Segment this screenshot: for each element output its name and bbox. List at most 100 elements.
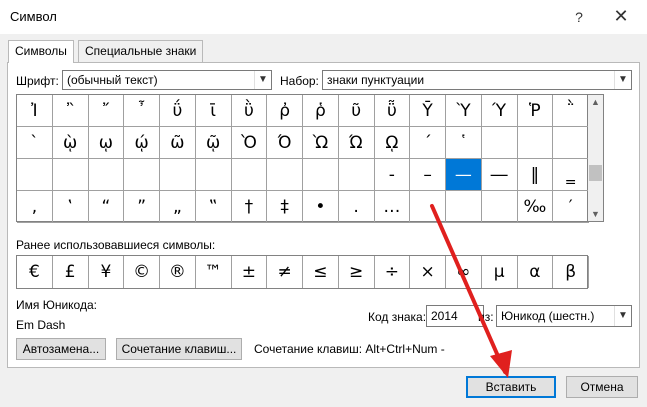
insert-button[interactable]: Вставить [466,376,556,398]
symbol-cell[interactable]: Ὼ [303,127,339,159]
symbol-cell[interactable]: Ῡ [410,95,446,127]
recent-symbol-cell[interactable]: € [17,256,53,288]
symbol-cell[interactable] [160,159,196,191]
symbol-cell[interactable]: ‐ [374,159,411,191]
symbol-cell[interactable]: ῳ [88,127,125,159]
recent-symbol-cell[interactable]: ≥ [339,256,375,288]
recent-symbol-cell[interactable]: ∞ [446,256,482,288]
shortcut-key-button[interactable]: Сочетание клавиш... [116,338,242,360]
char-code-input[interactable]: 2014 [426,305,484,327]
symbol-cell[interactable] [195,159,232,191]
recent-symbols[interactable]: € £ ¥ © ® ™ ± ≠ ≤ ≥ ÷ × ∞ µ α β [16,255,589,289]
recent-symbol-cell[interactable]: ≤ [303,256,339,288]
symbol-cell[interactable]: ` [17,127,53,159]
symbol-cell[interactable] [481,191,518,223]
symbol-cell[interactable]: Ύ [481,95,518,127]
recent-symbol-cell[interactable]: ¥ [89,256,125,288]
symbol-cell[interactable]: ῦ [338,95,375,127]
recent-symbol-cell[interactable]: ≠ [267,256,303,288]
symbol-cell[interactable]: ῑ [195,95,232,127]
symbol-cell[interactable] [124,159,160,191]
tab-symbols[interactable]: Символы [8,40,74,63]
symbol-cell[interactable]: ῎ [88,95,125,127]
symbol-cell[interactable]: ‚ [17,191,53,223]
symbol-cell[interactable]: ῥ [303,95,339,127]
symbol-cell[interactable] [481,127,518,159]
symbol-cell[interactable]: ῴ [124,127,160,159]
close-button[interactable]: ✕ [606,4,636,28]
symbol-cell[interactable]: ‖ [517,159,554,191]
symbol-cell[interactable]: – [410,159,446,191]
recent-symbol-cell[interactable]: ÷ [375,256,411,288]
symbol-cell[interactable]: ῶ [160,127,196,159]
subset-select[interactable]: знаки пунктуации ▼ [322,70,632,90]
symbol-cell[interactable]: Ώ [338,127,375,159]
symbol-cell[interactable]: ‰ [517,191,554,223]
scroll-thumb[interactable] [589,165,602,181]
recent-symbol-cell[interactable]: ± [232,256,268,288]
symbol-cell[interactable]: ´ [410,127,446,159]
symbol-cell[interactable]: ΰ [160,95,196,127]
recent-symbol-cell[interactable]: © [124,256,160,288]
symbol-cell[interactable]: „ [160,191,196,223]
autocorrect-button[interactable]: Автозамена... [16,338,106,360]
symbol-cell[interactable]: Ό [267,127,303,159]
symbol-cell[interactable]: • [303,191,339,223]
symbol-cell[interactable]: Ὺ [446,95,482,127]
symbol-cell[interactable]: † [231,191,268,223]
symbol-cell[interactable] [267,159,303,191]
symbol-cell[interactable] [338,159,375,191]
symbol-cell[interactable]: ․ [338,191,375,223]
chevron-down-icon[interactable]: ▼ [254,71,271,89]
symbol-cell[interactable] [17,159,53,191]
symbol-cell[interactable] [410,191,446,223]
symbol-cell[interactable]: ” [124,191,160,223]
recent-symbol-cell[interactable]: µ [482,256,518,288]
symbol-cell[interactable]: ῍ [52,95,89,127]
encoding-select[interactable]: Юникод (шестн.) ▼ [496,305,632,327]
symbol-cell[interactable]: ῢ [231,95,268,127]
symbol-cell[interactable]: ῏ [124,95,160,127]
symbol-cell[interactable]: ‗ [553,159,589,191]
symbol-cell[interactable]: ῤ [267,95,303,127]
recent-symbol-cell[interactable]: β [553,256,589,288]
recent-symbol-cell[interactable]: ® [160,256,196,288]
symbol-cell[interactable]: ′ [553,191,589,223]
symbol-cell[interactable]: ῧ [374,95,411,127]
symbol-cell[interactable]: ῼ [374,127,411,159]
font-select[interactable]: (обычный текст) ▼ [62,70,272,90]
chevron-down-icon[interactable]: ▼ [614,71,631,89]
symbol-cell[interactable] [52,159,89,191]
symbol-cell[interactable]: ῲ [52,127,89,159]
recent-symbol-cell[interactable]: ™ [196,256,232,288]
symbol-cell[interactable]: ῾ [446,127,482,159]
symbol-cell[interactable] [231,159,268,191]
cancel-button[interactable]: Отмена [566,376,638,398]
symbol-cell[interactable]: Ὸ [231,127,268,159]
symbol-cell[interactable] [88,159,125,191]
symbol-cell[interactable]: ῭ [553,95,589,127]
symbol-grid[interactable]: Ἰ ῍ ῎ ῏ ΰ ῑ ῢ ῤ ῥ ῦ ῧ Ῡ Ὺ Ύ Ῥ ῭ ` ῲ ῳ ῴ ῶ ῷ Ὸ Ό Ὼ Ώ ῼ ´ ῾ ‐ – — ― ‖ ‗ ‚ ‛ “” „… [16,94,589,223]
recent-symbol-cell[interactable]: × [410,256,446,288]
scroll-up-icon[interactable]: ▲ [588,97,603,107]
symbol-cell[interactable]: ‡ [267,191,303,223]
symbol-cell[interactable]: Ῥ [517,95,554,127]
symbol-cell[interactable] [303,159,339,191]
tab-special-characters[interactable]: Специальные знаки [78,40,204,62]
grid-scrollbar[interactable]: ▲ ▼ [588,94,604,222]
scroll-down-icon[interactable]: ▼ [588,209,603,219]
symbol-cell[interactable]: “ [88,191,125,223]
symbol-cell[interactable] [446,191,482,223]
symbol-cell[interactable]: ῷ [195,127,232,159]
symbol-cell[interactable]: … [374,191,411,223]
recent-symbol-cell[interactable]: α [518,256,554,288]
recent-symbol-cell[interactable]: £ [53,256,89,288]
chevron-down-icon[interactable]: ▼ [614,306,631,326]
symbol-cell[interactable] [517,127,554,159]
symbol-cell[interactable]: ‛ [52,191,89,223]
symbol-cell[interactable]: Ἰ [17,95,53,127]
symbol-cell[interactable]: — [446,159,482,191]
help-button[interactable]: ? [568,6,590,28]
symbol-cell[interactable]: ― [481,159,518,191]
symbol-cell[interactable] [553,127,589,159]
